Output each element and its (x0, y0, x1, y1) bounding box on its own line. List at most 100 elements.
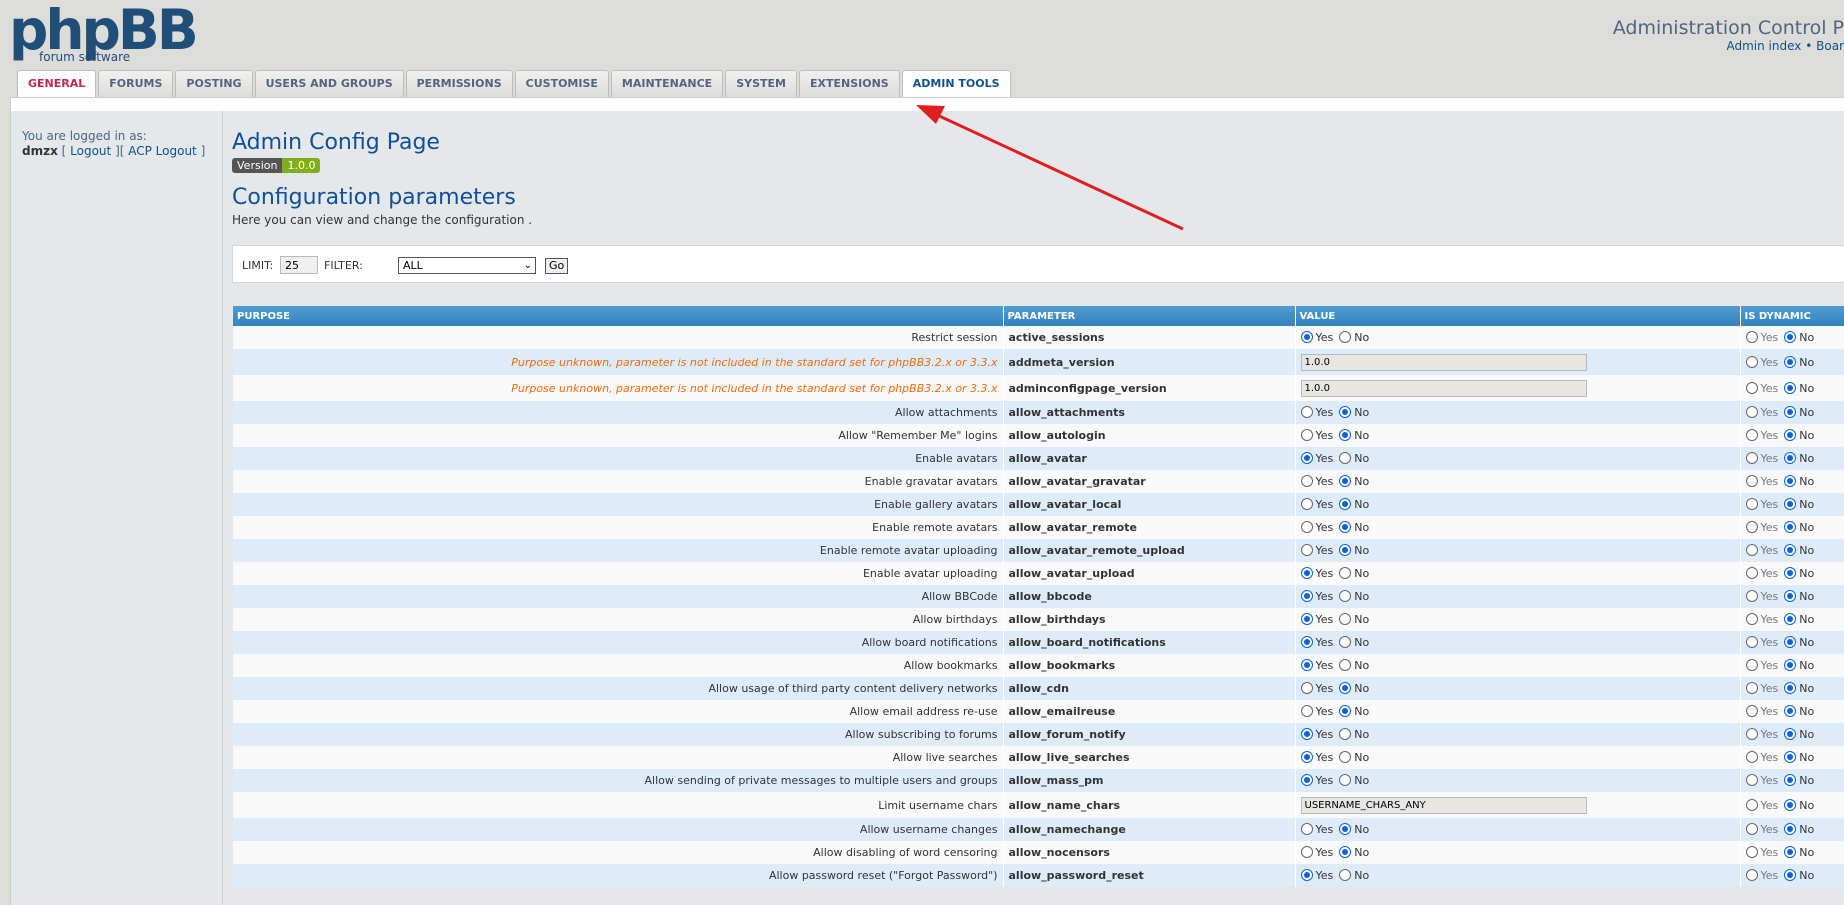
dynamic-no-radio[interactable] (1784, 682, 1797, 694)
tab-posting[interactable]: Posting (175, 70, 253, 97)
dynamic-yes-radio[interactable] (1745, 846, 1758, 858)
tab-extensions[interactable]: Extensions (798, 70, 900, 97)
dynamic-no-radio[interactable] (1784, 452, 1797, 464)
value-no-radio[interactable] (1339, 406, 1352, 418)
value-yes-radio[interactable] (1300, 705, 1313, 717)
dynamic-no-radio[interactable] (1784, 728, 1797, 740)
value-no-radio[interactable] (1339, 475, 1352, 487)
value-yes-radio[interactable] (1300, 728, 1313, 740)
dynamic-no-radio[interactable] (1784, 406, 1797, 418)
logout-link[interactable]: Logout (70, 144, 111, 158)
value-no-radio[interactable] (1339, 331, 1352, 343)
dynamic-yes-radio[interactable] (1745, 355, 1758, 368)
dynamic-yes-radio[interactable] (1745, 381, 1758, 394)
value-input[interactable]: 1.0.0 (1300, 353, 1587, 371)
dynamic-no-radio[interactable] (1784, 659, 1797, 671)
dynamic-yes-radio[interactable] (1745, 544, 1758, 556)
tab-forums[interactable]: Forums (98, 70, 174, 97)
tab-general[interactable]: General (17, 70, 97, 98)
value-no-radio[interactable] (1339, 590, 1352, 602)
tab-permissions[interactable]: Permissions (405, 70, 513, 97)
tab-maintenance[interactable]: Maintenance (610, 70, 724, 97)
dynamic-yes-radio[interactable] (1745, 613, 1758, 625)
dynamic-yes-radio[interactable] (1745, 452, 1758, 464)
dynamic-no-radio[interactable] (1784, 751, 1797, 763)
dynamic-no-radio[interactable] (1784, 521, 1797, 533)
dynamic-no-radio[interactable] (1784, 613, 1797, 625)
dynamic-yes-radio[interactable] (1745, 521, 1758, 533)
value-yes-radio[interactable] (1300, 406, 1313, 418)
value-no-radio[interactable] (1339, 567, 1352, 579)
value-no-radio[interactable] (1339, 705, 1352, 717)
dynamic-yes-radio[interactable] (1745, 331, 1758, 343)
value-yes-radio[interactable] (1300, 544, 1313, 556)
value-no-radio[interactable] (1339, 774, 1352, 786)
board-index-link[interactable]: Boar (1816, 39, 1844, 53)
dynamic-no-radio[interactable] (1784, 498, 1797, 510)
dynamic-yes-radio[interactable] (1745, 636, 1758, 648)
dynamic-no-radio[interactable] (1784, 823, 1797, 835)
dynamic-no-radio[interactable] (1784, 429, 1797, 441)
value-yes-radio[interactable] (1300, 567, 1313, 579)
dynamic-yes-radio[interactable] (1745, 682, 1758, 694)
value-no-radio[interactable] (1339, 498, 1352, 510)
value-no-radio[interactable] (1339, 869, 1352, 881)
dynamic-yes-radio[interactable] (1745, 498, 1758, 510)
value-no-radio[interactable] (1339, 521, 1352, 533)
value-yes-radio[interactable] (1300, 659, 1313, 671)
go-button[interactable]: Go (545, 258, 569, 274)
dynamic-yes-radio[interactable] (1745, 429, 1758, 441)
dynamic-no-radio[interactable] (1784, 567, 1797, 579)
value-input[interactable]: 1.0.0 (1300, 379, 1587, 397)
tab-users-and-groups[interactable]: Users and Groups (254, 70, 404, 97)
value-no-radio[interactable] (1339, 452, 1352, 464)
limit-input[interactable] (280, 256, 318, 274)
dynamic-no-radio[interactable] (1784, 846, 1797, 858)
phpbb-logo[interactable]: phpBB forum software (9, 3, 199, 65)
dynamic-yes-radio[interactable] (1745, 798, 1758, 811)
dynamic-yes-radio[interactable] (1745, 751, 1758, 763)
value-input[interactable]: USERNAME_CHARS_ANY (1300, 796, 1587, 814)
value-yes-radio[interactable] (1300, 636, 1313, 648)
value-yes-radio[interactable] (1300, 475, 1313, 487)
value-no-radio[interactable] (1339, 659, 1352, 671)
dynamic-no-radio[interactable] (1784, 475, 1797, 487)
dynamic-no-radio[interactable] (1784, 590, 1797, 602)
dynamic-yes-radio[interactable] (1745, 659, 1758, 671)
dynamic-no-radio[interactable] (1784, 331, 1797, 343)
value-yes-radio[interactable] (1300, 331, 1313, 343)
dynamic-no-radio[interactable] (1784, 544, 1797, 556)
value-yes-radio[interactable] (1300, 869, 1313, 881)
value-yes-radio[interactable] (1300, 590, 1313, 602)
dynamic-yes-radio[interactable] (1745, 590, 1758, 602)
dynamic-yes-radio[interactable] (1745, 567, 1758, 579)
dynamic-yes-radio[interactable] (1745, 823, 1758, 835)
dynamic-yes-radio[interactable] (1745, 774, 1758, 786)
value-yes-radio[interactable] (1300, 498, 1313, 510)
value-yes-radio[interactable] (1300, 521, 1313, 533)
tab-customise[interactable]: Customise (514, 70, 609, 97)
value-yes-radio[interactable] (1300, 613, 1313, 625)
value-no-radio[interactable] (1339, 728, 1352, 740)
dynamic-yes-radio[interactable] (1745, 728, 1758, 740)
acp-logout-link[interactable]: ACP Logout (128, 144, 197, 158)
value-yes-radio[interactable] (1300, 429, 1313, 441)
value-no-radio[interactable] (1339, 823, 1352, 835)
admin-index-link[interactable]: Admin index (1727, 39, 1802, 53)
value-yes-radio[interactable] (1300, 452, 1313, 464)
tab-admin-tools[interactable]: Admin Tools (901, 70, 1011, 98)
dynamic-no-radio[interactable] (1784, 798, 1797, 811)
dynamic-no-radio[interactable] (1784, 381, 1797, 394)
dynamic-yes-radio[interactable] (1745, 705, 1758, 717)
value-yes-radio[interactable] (1300, 751, 1313, 763)
value-no-radio[interactable] (1339, 682, 1352, 694)
dynamic-no-radio[interactable] (1784, 705, 1797, 717)
dynamic-yes-radio[interactable] (1745, 406, 1758, 418)
value-yes-radio[interactable] (1300, 823, 1313, 835)
dynamic-yes-radio[interactable] (1745, 869, 1758, 881)
value-yes-radio[interactable] (1300, 846, 1313, 858)
dynamic-no-radio[interactable] (1784, 869, 1797, 881)
dynamic-no-radio[interactable] (1784, 636, 1797, 648)
value-no-radio[interactable] (1339, 751, 1352, 763)
dynamic-no-radio[interactable] (1784, 774, 1797, 786)
